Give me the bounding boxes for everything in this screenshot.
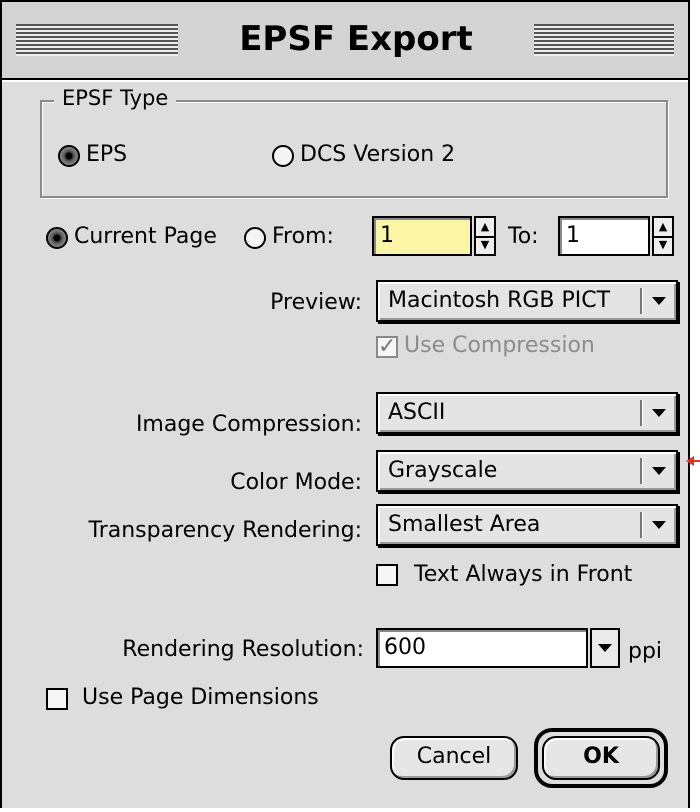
radio-from-label[interactable]: From:	[272, 224, 334, 249]
stepper-up-icon[interactable]: ▲	[476, 218, 494, 238]
cancel-button[interactable]: Cancel	[390, 736, 518, 780]
popup-separator	[640, 512, 642, 538]
chevron-down-icon	[652, 409, 666, 417]
title-bar-stripes-right	[534, 24, 674, 56]
stepper-up-icon[interactable]: ▲	[654, 218, 672, 238]
rendering-resolution-label: Rendering Resolution:	[122, 637, 364, 662]
transparency-rendering-value: Smallest Area	[388, 512, 541, 537]
chevron-down-icon	[652, 297, 666, 305]
use-compression-label[interactable]: Use Compression	[404, 333, 595, 358]
transparency-rendering-label: Transparency Rendering:	[88, 518, 363, 543]
popup-separator	[640, 400, 642, 426]
radio-dcs-version-2-label[interactable]: DCS Version 2	[300, 142, 455, 167]
preview-value: Macintosh RGB PICT	[388, 288, 611, 313]
radio-current-page[interactable]	[46, 227, 68, 249]
use-compression-checkbox[interactable]: ✓	[376, 336, 398, 358]
image-compression-value: ASCII	[388, 400, 446, 425]
title-bar-stripes-left	[16, 24, 178, 56]
dialog-title: EPSF Export Options	[178, 12, 534, 113]
radio-eps[interactable]	[58, 145, 80, 167]
color-mode-value: Grayscale	[388, 458, 498, 483]
popup-separator	[640, 288, 642, 314]
preview-label: Preview:	[270, 290, 362, 315]
radio-eps-label[interactable]: EPS	[86, 142, 127, 167]
from-page-stepper[interactable]: ▲ ▼	[474, 216, 496, 256]
stepper-down-icon[interactable]: ▼	[654, 236, 672, 254]
text-always-in-front-checkbox[interactable]	[376, 564, 398, 586]
radio-from[interactable]	[244, 227, 266, 249]
rendering-resolution-input[interactable]: 600	[376, 628, 588, 668]
rendering-resolution-dropdown-button[interactable]	[590, 628, 620, 668]
chevron-down-icon	[598, 644, 612, 652]
to-label: To:	[508, 224, 539, 249]
stepper-down-icon[interactable]: ▼	[476, 236, 494, 254]
resolution-unit-label: ppi	[628, 639, 663, 664]
color-mode-label: Color Mode:	[230, 470, 362, 495]
from-page-input[interactable]: 1	[372, 216, 472, 256]
image-compression-label: Image Compression:	[135, 412, 362, 437]
title-bar[interactable]: EPSF Export Options	[2, 2, 688, 113]
dialog-content: EPSF Type EPS DCS Version 2 Current Page…	[2, 80, 688, 808]
to-page-input[interactable]: 1	[558, 216, 650, 256]
export-dialog: EPSF Export Options EPSF Type EPS DCS Ve…	[0, 0, 690, 808]
radio-dcs-version-2[interactable]	[272, 145, 294, 167]
ok-button[interactable]: OK	[542, 736, 660, 780]
annotation-arrow-line	[694, 460, 700, 462]
epsf-type-group-title: EPSF Type	[54, 86, 177, 110]
transparency-rendering-popup[interactable]: Smallest Area	[376, 504, 678, 546]
checkmark-icon: ✓	[378, 334, 397, 359]
to-page-stepper[interactable]: ▲ ▼	[652, 216, 674, 256]
color-mode-popup[interactable]: Grayscale	[376, 450, 678, 492]
chevron-down-icon	[652, 467, 666, 475]
image-compression-popup[interactable]: ASCII	[376, 392, 678, 434]
chevron-down-icon	[652, 521, 666, 529]
preview-popup[interactable]: Macintosh RGB PICT	[376, 280, 678, 322]
radio-current-page-label[interactable]: Current Page	[74, 224, 217, 249]
annotation-arrow-icon	[686, 456, 694, 466]
use-page-dimensions-label[interactable]: Use Page Dimensions	[82, 685, 319, 710]
use-page-dimensions-checkbox[interactable]	[46, 688, 68, 710]
popup-separator	[640, 458, 642, 484]
text-always-in-front-label[interactable]: Text Always in Front	[414, 562, 632, 587]
